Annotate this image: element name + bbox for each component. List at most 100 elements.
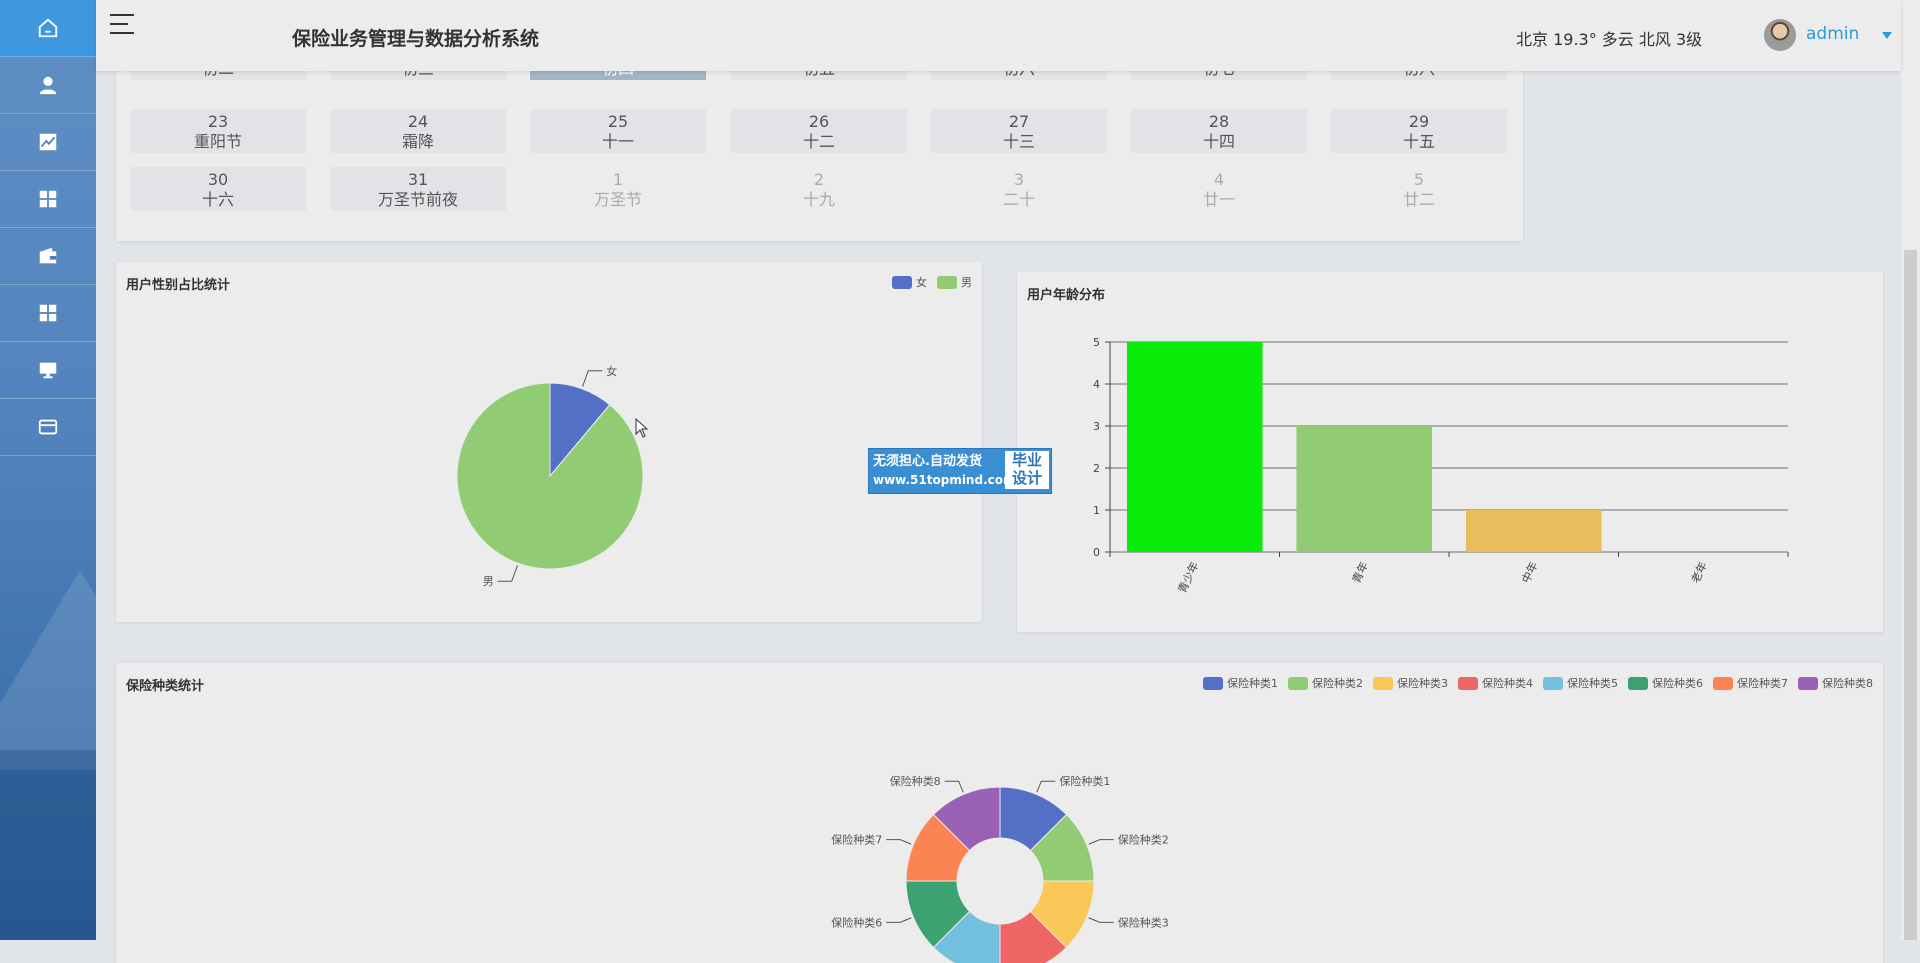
calendar-day-number: 26 bbox=[808, 112, 830, 131]
sidebar-item-dashboard[interactable] bbox=[0, 171, 96, 228]
card-icon bbox=[38, 419, 58, 435]
gender-chart-card: 用户性别占比统计 女男 女男 bbox=[116, 262, 982, 622]
calendar-day-cell[interactable]: 27 十三 bbox=[931, 109, 1107, 153]
calendar-lunar-label: 廿一 bbox=[1202, 190, 1235, 209]
line-chart-icon bbox=[39, 133, 57, 151]
sidebar-background-hills bbox=[0, 750, 96, 940]
calendar-lunar-label: 十九 bbox=[802, 190, 835, 209]
pie-slice-label: 保险种类6 bbox=[831, 915, 882, 929]
pie-slice-label: 保险种类8 bbox=[890, 774, 941, 788]
pie-label-line bbox=[886, 839, 912, 845]
calendar-day-number: 30 bbox=[207, 170, 229, 189]
x-tick-label: 青年 bbox=[1349, 559, 1371, 585]
age-chart-card: 用户年龄分布 0 1 2 3 4 5 青少年 青年 中年 老年 bbox=[1017, 272, 1883, 632]
watermark-badge-line2: 设计 bbox=[1011, 469, 1042, 487]
y-tick-label: 0 bbox=[1093, 546, 1100, 559]
bar[interactable] bbox=[1296, 426, 1433, 552]
calendar-day-number: 23 bbox=[207, 112, 229, 131]
bar[interactable] bbox=[1465, 510, 1602, 552]
pie-slice-label: 保险种类1 bbox=[1059, 774, 1110, 788]
calendar-lunar-label: 十四 bbox=[1202, 132, 1235, 151]
sidebar-item-analytics[interactable] bbox=[0, 114, 96, 171]
sidebar-item-card[interactable] bbox=[0, 399, 96, 456]
watermark-line2: www.51topmind.com bbox=[873, 473, 1016, 487]
menu-icon-bar bbox=[110, 23, 128, 25]
calendar-day-cell[interactable]: 24 霜降 bbox=[330, 109, 506, 153]
monitor-icon bbox=[39, 362, 57, 379]
calendar-day-number: 2 bbox=[813, 170, 825, 189]
top-bar: 保险业务管理与数据分析系统 北京 19.3° 多云 北风 3级 admin bbox=[96, 0, 1901, 71]
sidebar-background-mountain bbox=[0, 570, 96, 770]
x-tick-label: 老年 bbox=[1688, 559, 1710, 585]
apps-icon bbox=[39, 304, 57, 322]
y-tick-label: 3 bbox=[1093, 420, 1100, 433]
calendar-lunar-label: 万圣节前夜 bbox=[377, 190, 458, 209]
mouse-cursor-icon bbox=[635, 418, 649, 438]
calendar-day-number: 1 bbox=[612, 170, 624, 189]
calendar-lunar-label: 万圣节 bbox=[593, 190, 642, 209]
sidebar-item-apps[interactable] bbox=[0, 285, 96, 342]
user-name[interactable]: admin bbox=[1806, 24, 1859, 44]
calendar-lunar-label: 十六 bbox=[201, 190, 234, 209]
watermark-badge-line1: 毕业 bbox=[1011, 451, 1042, 469]
calendar-day-number: 28 bbox=[1208, 112, 1230, 131]
watermark-badge: 无须担心.自动发货 www.51topmind.com 毕业 设计 bbox=[868, 448, 1052, 494]
chevron-down-icon[interactable] bbox=[1882, 32, 1892, 39]
pie-slice-label: 女 bbox=[606, 364, 617, 378]
sidebar-item-monitor[interactable] bbox=[0, 342, 96, 399]
calendar-lunar-label: 霜降 bbox=[401, 132, 434, 151]
avatar[interactable] bbox=[1764, 19, 1796, 51]
calendar-lunar-label: 重阳节 bbox=[193, 132, 242, 151]
sidebar-item-user[interactable] bbox=[0, 57, 96, 114]
calendar-day-cell[interactable]: 2 十九 bbox=[731, 167, 907, 211]
pie-label-line bbox=[497, 565, 518, 582]
pie-label-line bbox=[944, 780, 964, 793]
y-tick-label: 2 bbox=[1093, 462, 1100, 475]
sidebar-item-wallet[interactable] bbox=[0, 228, 96, 285]
scrollbar-thumb[interactable] bbox=[1904, 250, 1917, 940]
pie-label-line bbox=[582, 370, 603, 387]
pie-label-line bbox=[1088, 917, 1114, 923]
calendar-day-number: 4 bbox=[1213, 170, 1225, 189]
watermark-badge-box: 毕业 设计 bbox=[1005, 451, 1049, 489]
calendar-day-cell[interactable]: 1 万圣节 bbox=[530, 167, 706, 211]
calendar-lunar-label: 十一 bbox=[601, 132, 634, 151]
pie-label-line bbox=[1036, 780, 1056, 793]
menu-toggle-button[interactable] bbox=[110, 14, 138, 40]
calendar-day-cell[interactable]: 3 二十 bbox=[931, 167, 1107, 211]
pie-label-line bbox=[1088, 839, 1114, 845]
bar[interactable] bbox=[1126, 342, 1263, 552]
watermark-line1: 无须担心.自动发货 bbox=[873, 454, 982, 469]
calendar-day-cell[interactable]: 5 廿二 bbox=[1331, 167, 1507, 211]
calendar-day-number: 5 bbox=[1413, 170, 1425, 189]
calendar-day-cell[interactable]: 31 万圣节前夜 bbox=[330, 167, 506, 211]
calendar-day-cell[interactable]: 25 十一 bbox=[530, 109, 706, 153]
calendar-day-number: 25 bbox=[607, 112, 629, 131]
calendar-lunar-label: 十五 bbox=[1402, 132, 1435, 151]
calendar-day-cell[interactable]: 4 廿一 bbox=[1131, 167, 1307, 211]
weather-widget: 北京 19.3° 多云 北风 3级 bbox=[1516, 30, 1703, 49]
scrollbar[interactable] bbox=[1901, 0, 1920, 940]
calendar-lunar-label: 十二 bbox=[802, 132, 835, 151]
calendar-lunar-label: 廿二 bbox=[1402, 190, 1435, 209]
calendar-day-number: 24 bbox=[407, 112, 429, 131]
calendar-lunar-label: 十三 bbox=[1002, 132, 1035, 151]
calendar-day-number: 3 bbox=[1013, 170, 1025, 189]
pie-slice-label: 保险种类7 bbox=[831, 833, 882, 847]
pie-label-line bbox=[886, 917, 912, 923]
calendar-day-cell[interactable]: 26 十二 bbox=[731, 109, 907, 153]
calendar-day-cell[interactable]: 28 十四 bbox=[1131, 109, 1307, 153]
calendar-day-number: 29 bbox=[1408, 112, 1430, 131]
insurance-types-chart-card: 保险种类统计 保险种类1 保险种类2 保险种类3 保险种类4 保险种类5 保险种类6 保险种… bbox=[116, 663, 1883, 963]
calendar-day-cell[interactable]: 30 十六 bbox=[130, 167, 306, 211]
calendar-day-number: 31 bbox=[407, 170, 429, 189]
calendar-day-cell[interactable]: 29 十五 bbox=[1331, 109, 1507, 153]
grid-icon bbox=[39, 190, 57, 208]
home-icon bbox=[38, 18, 58, 38]
sidebar-item-home[interactable] bbox=[0, 0, 96, 57]
sidebar bbox=[0, 0, 96, 940]
wallet-icon bbox=[39, 247, 57, 264]
gender-pie-chart: 女男 bbox=[456, 364, 644, 588]
calendar-day-cell[interactable]: 23 重阳节 bbox=[130, 109, 306, 153]
pie-slice[interactable] bbox=[456, 382, 644, 570]
